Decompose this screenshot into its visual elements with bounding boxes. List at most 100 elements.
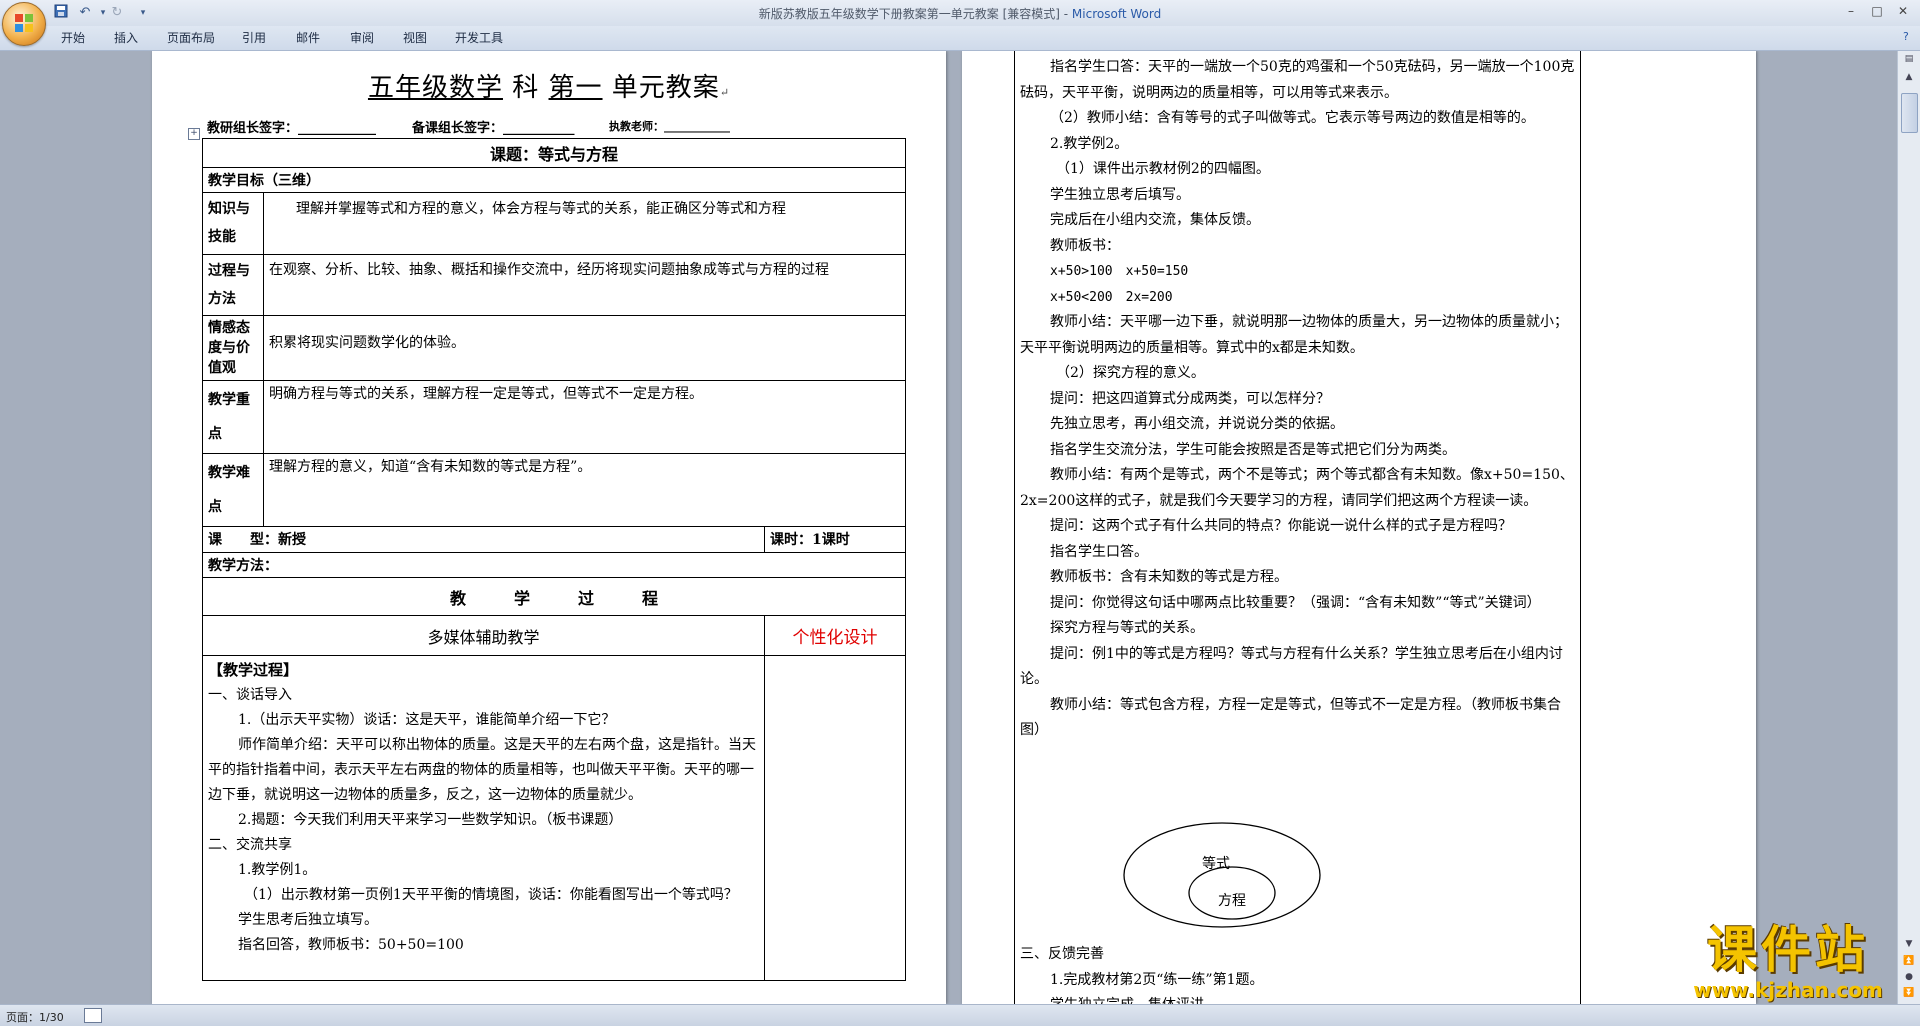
office-button[interactable] xyxy=(2,2,46,46)
example-1-student-task: 学生思考后独立填写。 xyxy=(238,912,378,928)
ribbon-tab-bar: 开始 插入 页面布局 引用 邮件 审阅 视图 开发工具 ? xyxy=(0,26,1920,51)
vertical-scrollbar[interactable]: ▤ ▲ ▼ ⏫ ● ⏬ xyxy=(1897,51,1920,1004)
window-title: 新版苏教版五年级数学下册教案第一单元教案 [兼容模式] - Microsoft … xyxy=(0,5,1920,22)
section-feedback: 三、反馈完善 xyxy=(1020,946,1104,962)
text-line: 教师小结：天平哪一边下垂，就说明那一边物体的质量大，另一边物体的质量就小；天平平… xyxy=(1020,314,1568,356)
title-sep xyxy=(503,73,512,103)
equation-line: x+50<200 2x=200 xyxy=(1050,289,1173,305)
sign-research-leader: 教研组长签字：____________ xyxy=(207,121,377,136)
goal-header-cell[interactable]: 教学目标（三维） xyxy=(202,167,906,193)
sign-prep-leader: 备课组长签字：___________ xyxy=(412,121,575,136)
venn-label-equation: 方程 xyxy=(1218,893,1246,909)
title-subject: 科 xyxy=(512,73,540,103)
difficult-point-label[interactable]: 教学难点 xyxy=(202,453,264,527)
section-intro: 一、谈话导入 xyxy=(208,687,292,703)
document-title: 新版苏教版五年级数学下册教案第一单元教案 [兼容模式] - xyxy=(758,7,1072,21)
process-header-cell[interactable]: 教 学 过 程 xyxy=(202,577,906,616)
document-area[interactable]: 五年级数学 科 第一 单元教案↵ 教研组长签字：____________ 备课组… xyxy=(0,51,1897,1004)
help-icon[interactable]: ? xyxy=(1903,30,1909,43)
text-line: 指名学生交流分法，学生可能会按照是否是等式把它们分为两类。 xyxy=(1050,441,1456,458)
scroll-up-icon[interactable]: ▲ xyxy=(1900,69,1918,85)
intro-step-2: 2.揭题：今天我们利用天平来学习一些数学知识。（板书课题） xyxy=(238,812,623,828)
course-type-cell[interactable]: 课 型：新授 xyxy=(202,526,765,553)
venn-outer-ellipse xyxy=(1123,822,1321,928)
tab-home[interactable]: 开始 xyxy=(61,29,85,46)
feedback-step-1: 1.完成教材第2页“练一练”第1题。 xyxy=(1050,971,1264,988)
multimedia-cell[interactable]: 多媒体辅助教学 xyxy=(202,615,765,656)
course-hours-cell[interactable]: 课时：1课时 xyxy=(764,526,906,553)
text-line: 先独立思考，再小组交流，并说说分类的依据。 xyxy=(1050,416,1344,432)
tab-page-layout[interactable]: 页面布局 xyxy=(167,29,215,46)
difficult-point-text[interactable]: 理解方程的意义，知道“含有未知数的等式是方程”。 xyxy=(263,453,906,527)
intro-step-1: 1.（出示天平实物）谈话：这是天平，谁能简单介绍一下它？ xyxy=(238,712,616,728)
watermark-text: 课件站 xyxy=(1707,921,1869,979)
text-line: 教师小结：等式包含方程，方程一定是等式，但等式不一定是方程。（教师板书集合图） xyxy=(1020,696,1561,739)
page-1[interactable]: 五年级数学 科 第一 单元教案↵ 教研组长签字：____________ 备课组… xyxy=(152,51,946,1004)
text-line: 探究方程与等式的关系。 xyxy=(1050,620,1204,636)
minimize-button[interactable]: – xyxy=(1838,2,1864,20)
text-line: 提问：你觉得这句话中哪两点比较重要？（强调：“含有未知数”“等式”关键词） xyxy=(1050,594,1541,611)
personal-design-cell[interactable]: 个性化设计 xyxy=(764,615,906,656)
tab-insert[interactable]: 插入 xyxy=(114,29,138,46)
process-content-cell[interactable]: 【教学过程】 一、谈话导入 1.（出示天平实物）谈话：这是天平，谁能简单介绍一下… xyxy=(202,655,765,981)
lesson-plan-table: 课题：等式与方程 教学目标（三维） 知识与技能 理解并掌握等式和方程的意义，体会… xyxy=(202,138,906,981)
table-border-right xyxy=(1580,51,1581,1004)
text-line: 提问：这两个式子有什么共同的特点？你能说一说什么样的式子是方程吗？ xyxy=(1050,518,1512,534)
tab-view[interactable]: 视图 xyxy=(403,29,427,46)
tab-review[interactable]: 审阅 xyxy=(350,29,374,46)
text-line: 指名学生口答：天平的一端放一个50克的鸡蛋和一个50克砝码，另一端放一个100克… xyxy=(1020,59,1575,101)
tab-mailings[interactable]: 邮件 xyxy=(296,29,320,46)
tab-developer[interactable]: 开发工具 xyxy=(455,29,503,46)
text-line: （2）探究方程的意义。 xyxy=(1056,365,1205,381)
page-2-after-diagram: 三、反馈完善 1.完成教材第2页“练一练”第1题。 学生独立完成，集体评讲。 xyxy=(1020,942,1580,1004)
feedback-step-2: 学生独立完成，集体评讲。 xyxy=(1020,993,1580,1004)
title-sep xyxy=(539,73,548,103)
text-line: 指名学生口答。 xyxy=(1050,543,1148,560)
goal-header-text: 教学目标（三维） xyxy=(208,173,320,189)
scroll-thumb[interactable] xyxy=(1901,93,1918,133)
example-1-board: 指名回答，教师板书：50+50=100 xyxy=(238,937,464,953)
process-heading: 【教学过程】 xyxy=(208,661,299,679)
page-count-status[interactable]: 页面：1/30 xyxy=(6,1009,64,1025)
topic-cell[interactable]: 课题：等式与方程 xyxy=(202,138,906,168)
equation-line: x+50>100 x+50=150 xyxy=(1050,264,1189,279)
key-point-label[interactable]: 教学重点 xyxy=(202,380,264,454)
sign-teacher: 执教老师：____________ xyxy=(609,120,730,133)
text-line: 2.教学例2。 xyxy=(1050,135,1129,152)
macro-record-icon[interactable] xyxy=(84,1008,102,1023)
table-move-handle-icon[interactable]: + xyxy=(188,128,200,140)
ruler-toggle-icon[interactable]: ▤ xyxy=(1900,51,1918,67)
title-bar: ↶ ▾ ↻ ▾ 新版苏教版五年级数学下册教案第一单元教案 [兼容模式] - Mi… xyxy=(0,0,1920,46)
title-suffix: 单元教案 xyxy=(611,73,720,103)
page-2-body: 指名学生口答：天平的一端放一个50克的鸡蛋和一个50克砝码，另一端放一个100克… xyxy=(1020,55,1580,744)
title-unit: 第一 xyxy=(548,73,603,103)
goal-text-emotion[interactable]: 积累将现实问题数学化的体验。 xyxy=(263,315,906,381)
text-line: （1）课件出示教材例2的四幅图。 xyxy=(1056,161,1270,177)
goal-label-emotion[interactable]: 情感态度与价值观 xyxy=(202,315,264,381)
intro-explanation: 师作简单介绍：天平可以称出物体的质量。这是天平的左右两个盘，这是指针。当天平的指… xyxy=(208,737,756,803)
personal-design-content-cell[interactable] xyxy=(764,655,906,981)
page-2[interactable]: 指名学生口答：天平的一端放一个50克的鸡蛋和一个50克砝码，另一端放一个100克… xyxy=(962,51,1756,1004)
text-line: 教师板书： xyxy=(1050,237,1120,254)
text-line: 教师小结：有两个是等式，两个不是等式；两个等式都含有未知数。像x+50=150、… xyxy=(1020,467,1574,509)
watermark-url: www.kjzhan.com xyxy=(1693,978,1883,1002)
venn-label-equality: 等式 xyxy=(1202,856,1230,872)
example-1-step-1: （1）出示教材第一页例1天平平衡的情境图，谈话：你能看图写出一个等式吗？ xyxy=(244,887,738,903)
venn-diagram xyxy=(1123,822,1321,928)
goal-label-process[interactable]: 过程与方法 xyxy=(202,254,264,316)
key-point-text[interactable]: 明确方程与等式的关系，理解方程一定是等式，但等式不一定是方程。 xyxy=(263,380,906,454)
maximize-button[interactable]: □ xyxy=(1864,2,1890,20)
text-line: 完成后在小组内交流，集体反馈。 xyxy=(1050,212,1260,228)
tab-references[interactable]: 引用 xyxy=(242,29,266,46)
goal-text-knowledge[interactable]: 理解并掌握等式和方程的意义，体会方程与等式的关系，能正确区分等式和方程 xyxy=(263,192,906,255)
teaching-method-cell[interactable]: 教学方法： xyxy=(202,552,906,578)
text-line: 教师板书：含有未知数的等式是方程。 xyxy=(1050,569,1288,585)
section-share: 二、交流共享 xyxy=(208,837,292,853)
paragraph-mark: ↵ xyxy=(719,86,731,99)
table-border-left xyxy=(1014,51,1015,1004)
text-line: 提问：例1中的等式是方程吗？等式与方程有什么关系？学生独立思考后在小组内讨论。 xyxy=(1020,645,1563,688)
doc-title: 五年级数学 科 第一 单元教案↵ xyxy=(152,67,946,104)
close-button[interactable]: ✕ xyxy=(1890,2,1916,20)
goal-text-process[interactable]: 在观察、分析、比较、抽象、概括和操作交流中，经历将现实问题抽象成等式与方程的过程 xyxy=(263,254,906,316)
goal-label-knowledge[interactable]: 知识与技能 xyxy=(202,192,264,255)
